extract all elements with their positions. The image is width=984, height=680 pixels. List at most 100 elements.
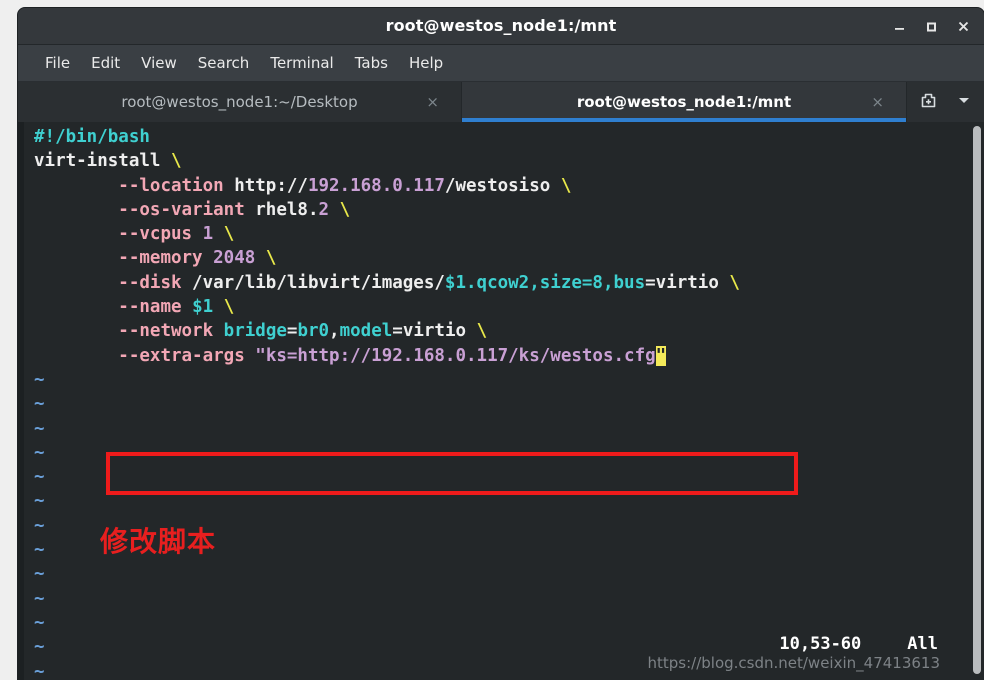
vim-token (213, 224, 224, 244)
vim-token: =virtio (392, 321, 477, 342)
vim-token: " (655, 345, 667, 366)
maximize-icon (925, 20, 938, 33)
vim-token: \ (170, 151, 182, 172)
vim-token: \ (476, 321, 488, 342)
vim-token (192, 224, 203, 244)
vim-token (255, 248, 266, 268)
vim-token (34, 224, 118, 244)
tab-mnt[interactable]: root@westos_node1:/mnt × (462, 82, 906, 122)
vim-token (34, 273, 118, 293)
annotation-label: 修改脚本 (100, 525, 217, 558)
menu-item-file[interactable]: File (36, 51, 79, 75)
vim-token: br0 (297, 321, 330, 342)
tab-bar-actions (906, 82, 984, 122)
vim-token (329, 200, 340, 220)
menu-item-search[interactable]: Search (189, 51, 259, 75)
vim-buffer-text: #!/bin/bash virt-install \ --location htt… (18, 122, 984, 368)
vim-token (245, 346, 256, 366)
vim-token (34, 248, 118, 268)
vim-token: --extra-args (118, 345, 245, 366)
menu-item-help[interactable]: Help (400, 51, 452, 75)
vim-token: $1 (444, 272, 466, 293)
vim-token (34, 297, 118, 317)
vim-token: 192.168.0.117 (307, 175, 445, 196)
vim-status-line: 10,53-60 All (698, 614, 938, 674)
vim-token: $1 (192, 297, 214, 318)
vim-token: .qcow2,size=8,bus (466, 272, 646, 293)
vim-line: --network bridge=br0,model=virtio \ (34, 319, 984, 343)
window-controls (884, 8, 978, 44)
vim-token: \ (560, 175, 572, 196)
vim-token: --memory (118, 248, 203, 269)
tab-desktop-label: root@westos_node1:~/Desktop (121, 93, 358, 111)
terminal-body[interactable]: #!/bin/bash virt-install \ --location htt… (18, 122, 984, 680)
vim-token: =virtio (645, 272, 730, 293)
highlight-box (106, 452, 798, 495)
vim-token (34, 321, 118, 341)
vim-token: --name (118, 297, 182, 318)
vim-token (203, 248, 214, 268)
tab-list-dropdown-button[interactable] (956, 92, 972, 112)
vim-token: model (339, 321, 393, 342)
vim-token: 1 (202, 224, 214, 245)
vim-token (34, 200, 118, 220)
window-titlebar: root@westos_node1:/mnt (18, 8, 984, 45)
vim-token: #!/bin/bash (34, 127, 150, 147)
vim-token: "ks=http://192.168.0.117/ks/westos.cfg (255, 345, 656, 366)
tab-desktop[interactable]: root@westos_node1:~/Desktop × (18, 82, 462, 122)
vim-token: \ (223, 224, 235, 245)
terminal-window: root@westos_node1:/mnt File Edit View Se… (18, 8, 984, 680)
tab-bar: root@westos_node1:~/Desktop × root@westo… (18, 82, 984, 122)
vim-token (34, 176, 118, 196)
vim-token: --network (118, 321, 214, 342)
minimize-icon (893, 20, 906, 33)
new-tab-button[interactable] (919, 91, 938, 114)
vim-token (182, 297, 193, 317)
vim-line: --vcpus 1 \ (34, 222, 984, 246)
maximize-button[interactable] (916, 11, 946, 41)
close-button[interactable] (948, 11, 978, 41)
vim-token: virt-install (34, 151, 171, 172)
vim-line: --os-variant rhel8.2 \ (34, 198, 984, 222)
window-title: root@westos_node1:/mnt (385, 16, 617, 35)
menu-item-tabs[interactable]: Tabs (346, 51, 397, 75)
vim-cursor-position: 10,53-60 (779, 634, 862, 654)
new-tab-icon (919, 91, 938, 114)
vim-token: \ (223, 297, 235, 318)
vim-token: 2048 (213, 248, 256, 269)
vim-scroll-indicator: All (907, 634, 938, 654)
vim-token: \ (339, 199, 351, 220)
terminal-scrollbar-thumb[interactable] (973, 126, 981, 674)
menu-bar: File Edit View Search Terminal Tabs Help (18, 45, 984, 82)
close-icon (957, 20, 970, 33)
vim-token: , (329, 321, 340, 342)
vim-token: --vcpus (118, 224, 193, 245)
vim-line: #!/bin/bash (34, 125, 984, 149)
vim-token: --os-variant (118, 199, 245, 220)
menu-item-edit[interactable]: Edit (82, 51, 129, 75)
tab-desktop-close-icon[interactable]: × (426, 94, 439, 110)
vim-token: --disk (118, 272, 182, 293)
terminal-scrollbar-track[interactable] (970, 122, 984, 680)
vim-token: --location (118, 175, 224, 196)
vim-empty-line-markers: ~ ~ ~ ~ ~ ~ ~ ~ ~ ~ ~ ~ ~ (34, 370, 45, 680)
vim-token: = (286, 321, 298, 342)
vim-line: --location http://192.168.0.117/westosis… (34, 174, 984, 198)
minimize-button[interactable] (884, 11, 914, 41)
vim-token (213, 321, 224, 341)
menu-item-terminal[interactable]: Terminal (261, 51, 342, 75)
vim-token: http:// (223, 175, 308, 196)
screenshot-root: root@westos_node1:/mnt File Edit View Se… (0, 0, 984, 680)
vim-token (213, 297, 224, 317)
vim-line: --extra-args "ks=http://192.168.0.117/ks… (34, 344, 984, 368)
vim-token (34, 346, 118, 366)
vim-token: rhel8. (244, 199, 319, 220)
vim-token: \ (265, 248, 277, 269)
tab-mnt-close-icon[interactable]: × (871, 94, 884, 110)
vim-line: virt-install \ (34, 149, 984, 173)
vim-token: bridge (223, 321, 287, 342)
vim-token: \ (729, 272, 740, 293)
vim-token: /westosiso (444, 175, 561, 196)
vim-line: --disk /var/lib/libvirt/images/$1.qcow2,… (34, 271, 984, 295)
menu-item-view[interactable]: View (132, 51, 186, 75)
